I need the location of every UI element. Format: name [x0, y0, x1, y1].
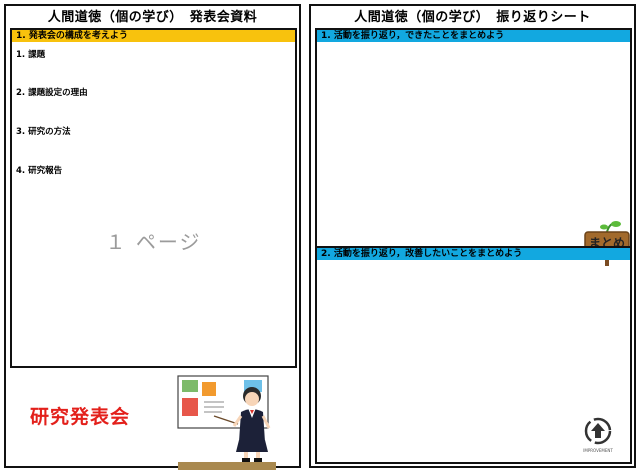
- presentation-structure-box: 1. 発表会の構成を考えよう 1. 課題 2. 課題設定の理由 3. 研究の方法…: [10, 28, 297, 368]
- improvements-section-header: 2. 活動を振り返り，改善したいことをまとめよう: [317, 248, 630, 260]
- improvement-icon: [584, 417, 612, 445]
- achievements-box: 1. 活動を振り返り，できたことをまとめよう まとめ: [315, 28, 632, 266]
- improvement-label: IMPROVEMENT: [583, 448, 613, 453]
- presenter-illustration: [177, 375, 276, 470]
- item-topic-reason: 2. 課題設定の理由: [16, 88, 88, 98]
- event-title: 研究発表会: [30, 406, 131, 428]
- item-research-report: 4. 研究報告: [16, 166, 63, 176]
- achievements-section-header: 1. 活動を振り返り，できたことをまとめよう: [317, 30, 630, 42]
- reflection-sheet-panel: 人間道徳（個の学び） 振り返りシート 1. 活動を振り返り，できたことをまとめよ…: [309, 4, 636, 468]
- presentation-sheet-title: 人間道徳（個の学び） 発表会資料: [47, 10, 258, 25]
- structure-section-header: 1. 発表会の構成を考えよう: [12, 30, 295, 42]
- improvement-badge: IMPROVEMENT: [583, 416, 613, 458]
- page-number-label: １ ページ: [105, 230, 202, 254]
- item-research-method: 3. 研究の方法: [16, 127, 71, 137]
- reflection-sheet-title: 人間道徳（個の学び） 振り返りシート: [354, 10, 591, 25]
- presentation-sheet-panel: 人間道徳（個の学び） 発表会資料 1. 発表会の構成を考えよう 1. 課題 2.…: [4, 4, 301, 470]
- item-topic: 1. 課題: [16, 50, 46, 60]
